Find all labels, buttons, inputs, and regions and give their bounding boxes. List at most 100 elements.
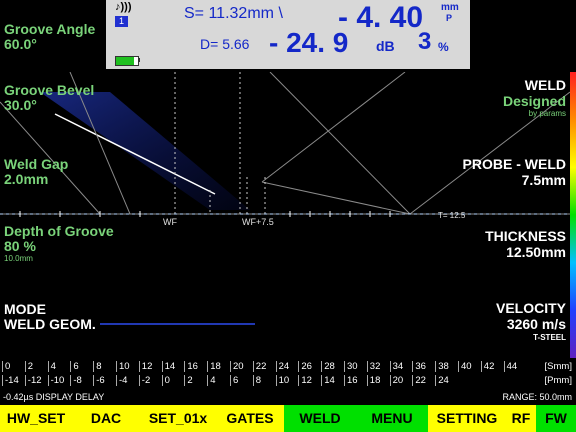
probe-weld-title: PROBE - WELD <box>462 156 566 172</box>
groove-bevel-title: Groove Bevel <box>4 82 95 98</box>
speaker-icon: ♪))) <box>115 1 132 13</box>
pmm-tick: 10 <box>275 375 289 386</box>
pmm-tick: -14 <box>2 375 19 386</box>
smm-tick: 42 <box>480 361 494 372</box>
probe-weld-value: 7.5mm <box>521 172 566 188</box>
groove-bevel-value: 30.0° <box>4 97 37 113</box>
smm-tick: 44 <box>503 361 517 372</box>
menu-rf[interactable]: RF <box>506 405 536 432</box>
menu-weld[interactable]: WELD <box>284 405 356 432</box>
t-label: T= 12.5 <box>438 211 466 220</box>
pmm-unit: [Pmm] <box>544 375 572 386</box>
pmm-tick: 20 <box>389 375 403 386</box>
velocity-sub: T-STEEL <box>533 333 566 342</box>
menu-gates[interactable]: GATES <box>216 405 284 432</box>
pct-unit: % <box>438 40 449 54</box>
s-value: 11.32mm <box>208 5 274 22</box>
depth-unit-top: mm <box>441 2 459 13</box>
pmm-tick: -8 <box>70 375 82 386</box>
weld-value: Designed <box>502 93 566 109</box>
pmm-tick: 6 <box>230 375 238 386</box>
smm-tick: 34 <box>389 361 403 372</box>
thickness-title: THICKNESS <box>485 228 566 244</box>
smm-tick: 22 <box>252 361 266 372</box>
weld-sub: by params <box>528 109 566 118</box>
smm-tick: 32 <box>366 361 380 372</box>
weld-title: WELD <box>524 77 566 93</box>
mode-value: WELD GEOM. <box>4 316 96 332</box>
menu-setting[interactable]: SETTING <box>428 405 506 432</box>
smm-tick: 0 <box>2 361 10 372</box>
pmm-tick: 12 <box>298 375 312 386</box>
menu-fw[interactable]: FW <box>536 405 576 432</box>
mode-badge: 1 <box>115 16 128 27</box>
param-title: Groove Angle <box>4 21 96 37</box>
range-readout: RANGE: 50.0mm <box>502 392 572 402</box>
weld-gap-value: 2.0mm <box>4 171 49 187</box>
smm-tick: 24 <box>275 361 289 372</box>
smm-tick: 10 <box>116 361 130 372</box>
menu-dac[interactable]: DAC <box>72 405 140 432</box>
pmm-tick: 4 <box>207 375 215 386</box>
smm-tick: 26 <box>298 361 312 372</box>
weld-geometry-plot: WF WF+7.5 T= 12.5 Groove Bevel 30.0° Wel… <box>0 72 570 358</box>
smm-tick: 12 <box>138 361 152 372</box>
smm-scale: 0 2 4 6 8 10 12 14 16 18 20 22 24 26 28 30 32 34 36 38 40 42 4… <box>0 360 576 374</box>
battery-icon <box>115 56 139 66</box>
d-value: 5.66 <box>222 36 250 52</box>
smm-tick: 38 <box>435 361 449 372</box>
pmm-scale: -14 -12 -10 -8 -6 -4 -2 0 2 4 6 8 10 12 14 16 18 20 22 24 <box>0 374 576 388</box>
depth-groove-sub: 10.0mm <box>4 254 33 263</box>
smm-tick: 14 <box>161 361 175 372</box>
menu-set-01x[interactable]: SET_01x <box>140 405 216 432</box>
display-delay: -0.42µs DISPLAY DELAY <box>3 392 105 402</box>
pct-value: 3 <box>418 28 432 55</box>
velocity-title: VELOCITY <box>495 300 566 316</box>
smm-tick: 20 <box>230 361 244 372</box>
smm-tick: 16 <box>184 361 198 372</box>
smm-tick: 28 <box>321 361 335 372</box>
velocity-value: 3260 m/s <box>506 316 566 332</box>
smm-unit: [Smm] <box>544 361 572 372</box>
s-label: S= <box>184 5 205 22</box>
pmm-tick: 0 <box>161 375 170 386</box>
wf2-label: WF+7.5 <box>242 217 274 227</box>
depth-value: - 4. 40 <box>338 1 424 34</box>
amp-unit: dB <box>376 38 395 54</box>
smm-tick: 40 <box>458 361 472 372</box>
pmm-tick: 16 <box>344 375 358 386</box>
smm-tick: 18 <box>207 361 221 372</box>
mode-title: MODE <box>4 301 46 317</box>
pmm-tick: -4 <box>116 375 127 386</box>
weld-gap-title: Weld Gap <box>4 156 69 172</box>
pmm-tick: 8 <box>252 375 261 386</box>
amp-value: - 24. 9 <box>269 27 349 58</box>
wf-label: WF <box>163 217 177 227</box>
menu-menu[interactable]: MENU <box>356 405 428 432</box>
smm-tick: 2 <box>24 361 33 372</box>
pmm-tick: 2 <box>184 375 193 386</box>
depth-groove-title: Depth of Groove <box>4 223 114 239</box>
smm-tick: 4 <box>47 361 56 372</box>
pmm-tick: -2 <box>138 375 150 386</box>
pmm-tick: -12 <box>24 375 42 386</box>
battery-tip <box>138 58 140 62</box>
d-label: D= <box>200 36 219 52</box>
depth-groove-value: 80 % <box>4 238 36 254</box>
smm-tick: 8 <box>93 361 101 372</box>
param-value: 60.0° <box>4 36 37 52</box>
depth-unit-bottom: P <box>446 13 453 23</box>
smm-tick: 36 <box>412 361 426 372</box>
beam-fan <box>40 92 250 210</box>
pmm-tick: 14 <box>321 375 335 386</box>
menu-hw-set[interactable]: HW_SET <box>0 405 72 432</box>
pmm-tick: 18 <box>366 375 380 386</box>
thickness-value: 12.50mm <box>506 244 566 260</box>
pmm-tick: 22 <box>412 375 426 386</box>
pmm-tick: -6 <box>93 375 105 386</box>
smm-tick: 30 <box>344 361 358 372</box>
smm-tick: 6 <box>70 361 79 372</box>
pmm-tick: 24 <box>435 375 449 386</box>
s-glyph: \ <box>278 5 283 22</box>
amplitude-color-bar <box>570 72 576 358</box>
